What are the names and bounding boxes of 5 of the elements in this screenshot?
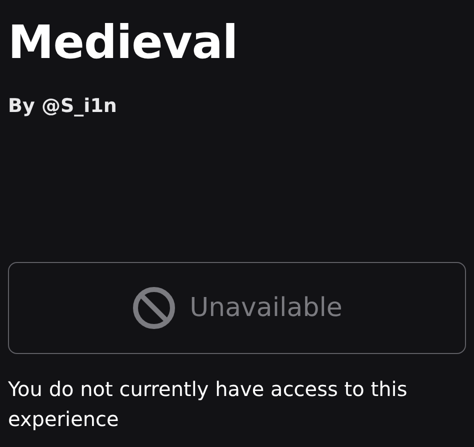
creator-link[interactable]: @S_i1n — [42, 95, 117, 117]
byline-label: By — [8, 95, 35, 117]
access-message: You do not currently have access to this experience — [8, 376, 408, 433]
experience-title: Medieval — [8, 14, 239, 71]
prohibited-icon — [132, 286, 176, 330]
